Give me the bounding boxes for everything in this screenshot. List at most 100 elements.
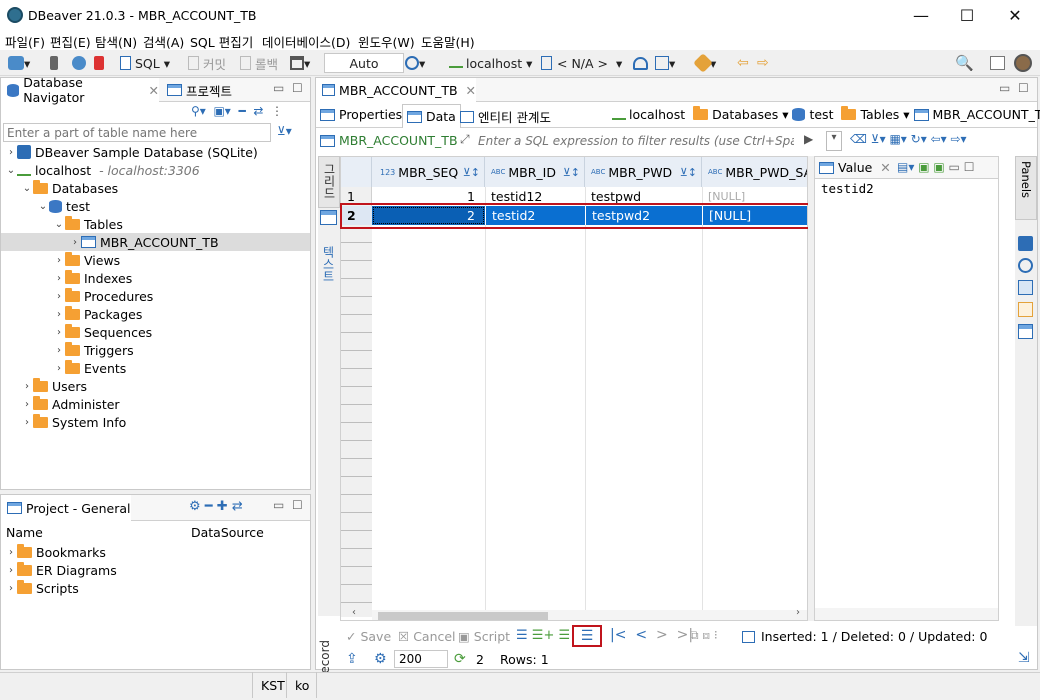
breadcrumb-localhost[interactable]: localhost (629, 107, 685, 122)
subtab-er-diagram[interactable]: 엔티티 관계도 (460, 107, 551, 126)
sort-filter-icon[interactable]: ⊻↕ (680, 166, 697, 179)
collapse-icon[interactable]: ━ (205, 499, 213, 514)
content-viewer-icon[interactable]: ▤▾ (897, 160, 914, 174)
copy-row-icon[interactable]: ☰ (558, 628, 570, 643)
maximize-panel-icon[interactable]: ☐ (292, 81, 303, 95)
perspective-button[interactable] (990, 53, 1005, 73)
chevron-right-icon[interactable]: › (53, 309, 65, 320)
active-connection-select[interactable]: localhost ▾ (449, 53, 532, 73)
sort-filter-icon[interactable]: ⊻↕ (463, 166, 480, 179)
aggregate-panel-icon[interactable] (1018, 258, 1033, 273)
tree-item-mbr-account-tb[interactable]: › MBR_ACCOUNT_TB (1, 233, 310, 251)
menu-search[interactable]: 검색(A) (143, 32, 184, 51)
tree-item-test[interactable]: ⌄ test (37, 197, 90, 215)
maximize-panel-icon[interactable]: ☐ (292, 498, 303, 512)
export-button[interactable]: ⇪ (346, 651, 358, 667)
tree-item-localhost[interactable]: ⌄ localhost - localhost:3306 (5, 161, 200, 179)
fetch-settings-icon[interactable]: ⚙ (374, 651, 387, 667)
tab-mbr-account-tb[interactable]: MBR_ACCOUNT_TB ✕ (316, 78, 476, 102)
tab-database-navigator[interactable]: Database Navigator ✕ (1, 75, 159, 105)
add-icon[interactable]: ✚ (217, 499, 228, 514)
subtab-properties[interactable]: Properties (320, 107, 402, 122)
value-horizontal-scrollbar[interactable] (815, 608, 998, 620)
tree-item-tables[interactable]: ⌄ Tables (53, 215, 123, 233)
chevron-right-icon[interactable]: › (5, 565, 17, 576)
panels-toggle-tab[interactable]: Panels (1015, 156, 1037, 220)
tools-button[interactable]: ▾ (693, 53, 716, 73)
chevron-down-icon[interactable]: ⌄ (37, 201, 49, 212)
tree-item-indexes[interactable]: › Indexes (53, 269, 132, 287)
collapse-all-icon[interactable]: ━ (238, 104, 245, 118)
tree-item-views[interactable]: › Views (53, 251, 120, 269)
tree-item-sequences[interactable]: › Sequences (53, 323, 152, 341)
delete-row-button[interactable]: ☰ (572, 625, 602, 647)
add-row-icon[interactable]: ☰+ (532, 628, 555, 643)
maximize-editor-icon[interactable]: ☐ (1018, 81, 1029, 95)
refresh-icon[interactable]: ⟳ (454, 651, 466, 667)
metadata-panel-icon[interactable] (1018, 236, 1033, 251)
chevron-right-icon[interactable]: › (53, 273, 65, 284)
fetch-size-input[interactable] (394, 650, 448, 668)
sql-editor-button[interactable]: SQL ▾ (120, 53, 170, 73)
tab-project-general[interactable]: Project - General (1, 495, 131, 521)
table-filter-input[interactable] (3, 123, 271, 142)
layout-icons[interactable]: ⧉ ⧈ ⁝ (690, 628, 718, 643)
tree-item-events[interactable]: › Events (53, 359, 126, 377)
back-icon[interactable]: ⇦▾ (931, 132, 947, 146)
chevron-right-icon[interactable]: › (53, 255, 65, 266)
tab-project[interactable]: 프로젝트 (161, 78, 232, 102)
tree-item-databases[interactable]: ⌄ Databases (21, 179, 118, 197)
grid-view-icon[interactable] (320, 210, 337, 225)
menu-sql-editor[interactable]: SQL 편집기 (190, 32, 253, 51)
column-header-mbr-seq[interactable]: 123 MBR_SEQ ⊻↕ (372, 157, 485, 187)
scroll-right-icon[interactable]: › (796, 607, 800, 618)
transaction-mode-select[interactable]: Auto (324, 53, 404, 73)
new-connection-icon[interactable]: ⚲▾ (191, 104, 206, 118)
tree-item-triggers[interactable]: › Triggers (53, 341, 134, 359)
disconnect-button[interactable] (94, 53, 104, 73)
close-button[interactable]: ✕ (992, 0, 1038, 30)
link-editor-icon[interactable]: ⇄ (253, 104, 263, 118)
chevron-right-icon[interactable]: › (21, 417, 33, 428)
transaction-mode-button[interactable]: ▾ (290, 53, 310, 73)
rollback-button[interactable]: 롤백 (240, 53, 278, 73)
refresh-icon[interactable]: ↻▾ (911, 132, 927, 146)
breadcrumb-tables[interactable]: Tables (860, 107, 899, 122)
connect-button[interactable] (50, 53, 58, 73)
first-row-icon[interactable]: |< (610, 627, 626, 643)
maximize-button[interactable]: ☐ (944, 0, 990, 30)
scroll-left-icon[interactable]: ‹ (352, 607, 356, 618)
menu-file[interactable]: 파일(F) (5, 32, 45, 51)
chevron-right-icon[interactable]: › (53, 291, 65, 302)
menu-help[interactable]: 도움말(H) (421, 32, 475, 51)
cancel-button[interactable]: ☒ Cancel (398, 629, 456, 644)
close-tab-icon[interactable]: ✕ (149, 83, 159, 98)
minimize-button[interactable]: — (898, 0, 944, 30)
save-button[interactable]: ✓ Save (346, 629, 391, 644)
chevron-right-icon[interactable]: › (21, 381, 33, 392)
panel-icon[interactable]: ▦▾ (889, 132, 906, 146)
forward-icon[interactable]: ⇨▾ (950, 132, 966, 146)
prev-row-icon[interactable]: < (635, 627, 647, 643)
chevron-down-icon[interactable]: ⌄ (5, 165, 17, 176)
chevron-right-icon[interactable]: › (5, 583, 17, 594)
breadcrumb-databases[interactable]: Databases (712, 107, 778, 122)
toggle-panel-icon[interactable]: ⇲ (1018, 650, 1030, 666)
chevron-right-icon[interactable]: › (5, 547, 17, 558)
new-folder-icon[interactable]: ▣▾ (213, 104, 230, 118)
dashboard-button[interactable] (633, 53, 648, 73)
minimize-editor-icon[interactable]: ▭ (999, 81, 1010, 95)
filter-history-dropdown[interactable]: ▾ (826, 131, 842, 151)
subtab-data[interactable]: Data (402, 104, 461, 128)
chevron-right-icon[interactable]: › (53, 345, 65, 356)
side-tab-grid[interactable]: 그리드 (318, 156, 340, 208)
link-icon[interactable]: ⇄ (232, 499, 243, 514)
tree-item-sample-db[interactable]: › DBeaver Sample Database (SQLite) (5, 143, 258, 161)
chevron-right-icon[interactable]: › (53, 327, 65, 338)
project-col-name[interactable]: Name (6, 525, 43, 540)
project-item-er-diagrams[interactable]: › ER Diagrams (5, 561, 117, 579)
search-button[interactable]: 🔍 (955, 53, 974, 73)
calendar-panel-icon[interactable] (1018, 302, 1033, 317)
project-item-bookmarks[interactable]: › Bookmarks (5, 543, 106, 561)
menu-database[interactable]: 데이터베이스(D) (262, 32, 350, 51)
